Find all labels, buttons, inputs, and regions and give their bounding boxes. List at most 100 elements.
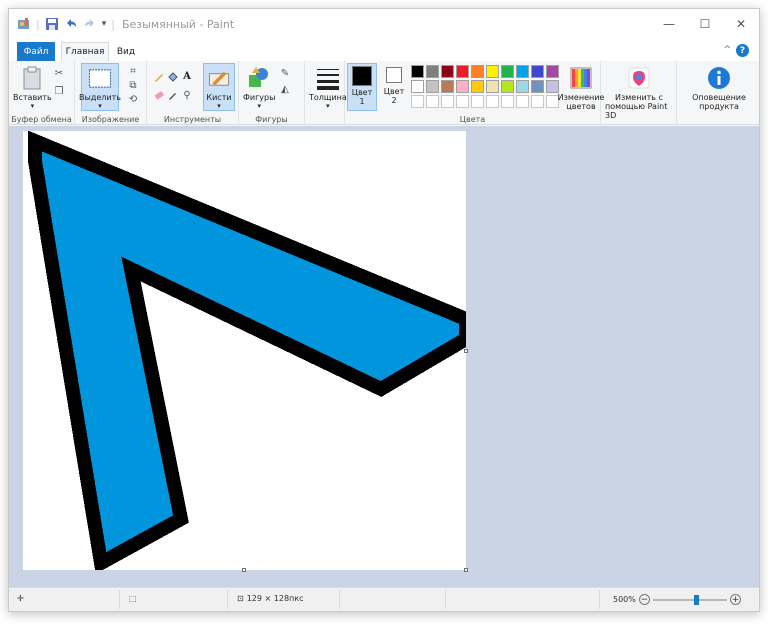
drawing-canvas[interactable] (23, 131, 466, 570)
shapes-group: Фигуры ▾ ✎ ◭ Фигуры (239, 61, 305, 125)
palette-color-swatch[interactable] (501, 65, 514, 78)
zoom-control: 500% − + (613, 594, 741, 605)
palette-color-swatch[interactable] (441, 80, 454, 93)
shapes-group-label: Фигуры (255, 115, 288, 124)
window-title: Безымянный - Paint (121, 17, 235, 31)
qat-separator: | (36, 17, 40, 31)
palette-color-swatch[interactable] (456, 65, 469, 78)
image-group: Выделить ▾ ⌗ ⧉ ⟲ Изображение (75, 61, 147, 125)
tools-group: A ⚲ Кисти ▾ Инструменты (147, 61, 239, 125)
palette-color-swatch[interactable] (411, 95, 424, 108)
canvas-area[interactable] (9, 126, 759, 588)
edit-colors-button[interactable]: Изменение цветов (558, 65, 604, 111)
zoom-slider-thumb[interactable] (693, 594, 699, 605)
eraser-icon[interactable] (153, 89, 165, 101)
palette-color-swatch[interactable] (471, 80, 484, 93)
palette-color-swatch[interactable] (531, 65, 544, 78)
image-size-icon: ⊡ (237, 594, 244, 603)
info-icon (708, 67, 730, 89)
select-button[interactable]: Выделить ▾ (79, 63, 121, 111)
brushes-dropdown-icon: ▾ (217, 102, 221, 110)
palette-color-swatch[interactable] (426, 65, 439, 78)
pencil-icon[interactable] (153, 71, 165, 83)
paint3d-group: Изменить с помощью Paint 3D (601, 61, 677, 125)
redo-icon[interactable] (83, 17, 97, 31)
color1-swatch (352, 66, 372, 86)
palette-color-swatch[interactable] (501, 80, 514, 93)
save-icon[interactable] (45, 17, 59, 31)
resize-handle-right[interactable] (464, 349, 468, 353)
palette-color-swatch[interactable] (546, 65, 559, 78)
image-size-item: ⊡ 129 × 128пкс (237, 594, 304, 603)
outline-icon[interactable]: ✎ (279, 67, 291, 79)
palette-color-swatch[interactable] (456, 80, 469, 93)
color1-button[interactable]: Цвет 1 (347, 63, 377, 111)
zoom-in-icon[interactable]: + (729, 594, 741, 605)
maximize-button[interactable]: ☐ (687, 9, 723, 39)
palette-color-swatch[interactable] (471, 65, 484, 78)
help-icon[interactable]: ? (736, 44, 749, 57)
palette-color-swatch[interactable] (516, 65, 529, 78)
crop-icon[interactable]: ⌗ (127, 65, 139, 77)
ribbon: Вставить ▾ ✂ ❐ Буфер обмена Выделить ▾ ⌗… (9, 61, 759, 125)
size-button[interactable]: Толщина ▾ (309, 65, 347, 110)
palette-color-swatch[interactable] (546, 80, 559, 93)
resize-handle-bottom[interactable] (242, 568, 246, 572)
palette-color-swatch[interactable] (501, 95, 514, 108)
qat-separator-2: | (111, 17, 115, 31)
resize-icon[interactable]: ⧉ (127, 79, 139, 91)
copy-icon[interactable]: ❐ (53, 85, 65, 97)
color2-button[interactable]: Цвет 2 (379, 63, 409, 111)
palette-color-swatch[interactable] (441, 65, 454, 78)
resize-handle-corner[interactable] (464, 568, 468, 572)
status-separator-5 (599, 590, 600, 609)
fill-icon[interactable] (167, 71, 179, 83)
palette-color-swatch[interactable] (516, 95, 529, 108)
paint-app-icon (17, 17, 31, 31)
palette-color-swatch[interactable] (411, 65, 424, 78)
status-bar: ✛ ⬚ ⊡ 129 × 128пкс 500% − + (9, 587, 759, 611)
cut-icon[interactable]: ✂ (53, 67, 65, 79)
color1-number: 1 (359, 97, 365, 106)
tab-file[interactable]: Файл (17, 42, 55, 61)
paste-label: Вставить (13, 93, 52, 102)
palette-color-swatch[interactable] (486, 65, 499, 78)
product-alert-button[interactable]: Оповещение продукта (685, 65, 753, 111)
palette-color-swatch[interactable] (471, 95, 484, 108)
shapes-label: Фигуры (243, 93, 276, 102)
shapes-button[interactable]: Фигуры ▾ (243, 65, 275, 110)
text-icon[interactable]: A (181, 70, 193, 82)
zoom-out-icon[interactable]: − (638, 594, 650, 605)
tab-view[interactable]: Вид (111, 42, 141, 61)
status-separator-4 (445, 590, 446, 609)
edit-with-paint3d-button[interactable]: Изменить с помощью Paint 3D (605, 65, 673, 120)
color-palette (411, 65, 563, 113)
paste-button[interactable]: Вставить ▾ (13, 65, 52, 110)
brushes-button[interactable]: Кисти ▾ (203, 63, 235, 111)
palette-color-swatch[interactable] (411, 80, 424, 93)
size-dropdown-icon: ▾ (326, 102, 330, 110)
color-picker-icon[interactable] (167, 89, 179, 101)
palette-color-swatch[interactable] (486, 95, 499, 108)
close-button[interactable]: ✕ (723, 9, 759, 39)
undo-icon[interactable] (64, 17, 78, 31)
palette-color-swatch[interactable] (531, 95, 544, 108)
palette-color-swatch[interactable] (516, 80, 529, 93)
rotate-icon[interactable]: ⟲ (127, 93, 139, 105)
fill-style-icon[interactable]: ◭ (279, 83, 291, 95)
paint3d-icon (628, 67, 650, 89)
customize-qat-icon[interactable]: ▾ (102, 19, 107, 29)
tab-home[interactable]: Главная (61, 42, 109, 61)
palette-color-swatch[interactable] (531, 80, 544, 93)
zoom-slider[interactable] (652, 594, 727, 605)
magnifier-icon[interactable]: ⚲ (181, 89, 193, 101)
collapse-ribbon-icon[interactable]: ^ (723, 45, 731, 55)
palette-color-swatch[interactable] (486, 80, 499, 93)
palette-color-swatch[interactable] (426, 80, 439, 93)
palette-color-swatch[interactable] (426, 95, 439, 108)
minimize-button[interactable]: — (651, 9, 687, 39)
palette-color-swatch[interactable] (441, 95, 454, 108)
edit-colors-line2: цветов (566, 102, 596, 111)
line-width-icon (316, 69, 339, 90)
palette-color-swatch[interactable] (456, 95, 469, 108)
